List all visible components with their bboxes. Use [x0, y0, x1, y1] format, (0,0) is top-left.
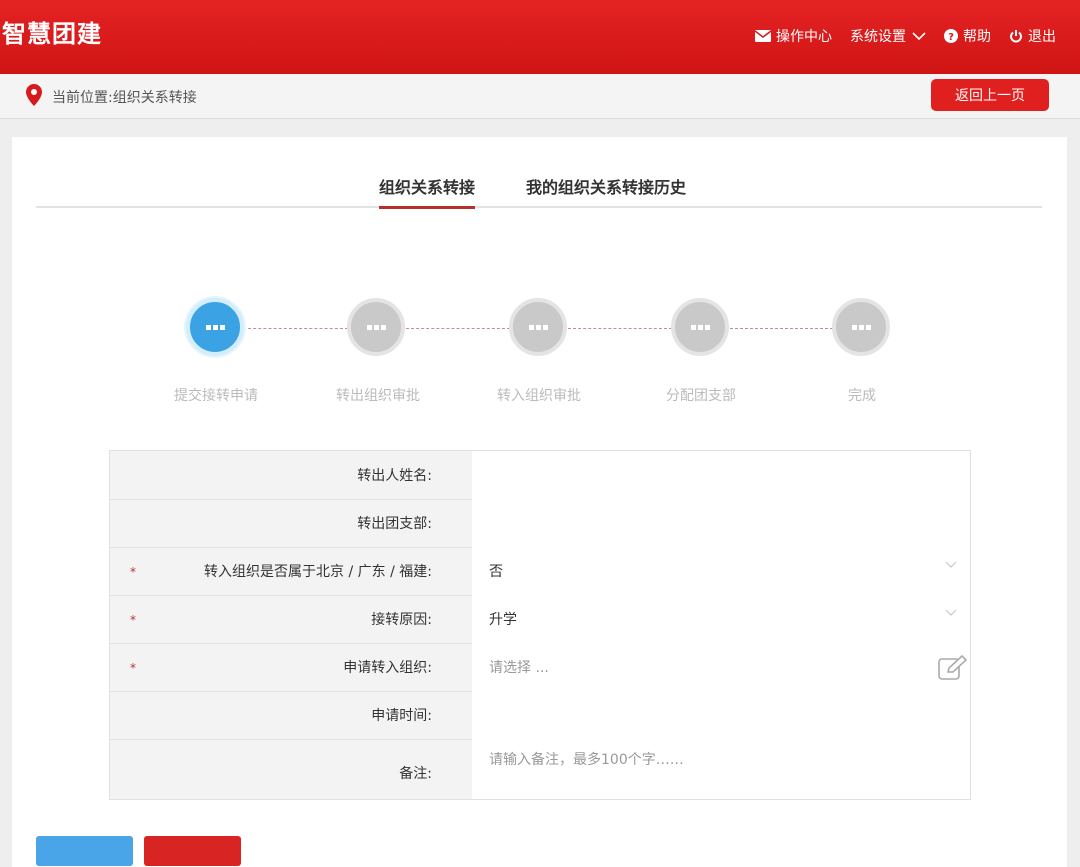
transferor-name-field[interactable]: [472, 451, 970, 499]
step-3-icon: [509, 298, 567, 356]
chevron-down-icon: [945, 609, 957, 616]
region-select[interactable]: 否: [472, 547, 970, 595]
breadcrumb: 当前位置:组织关系转接: [52, 90, 197, 106]
chevron-down-icon: [912, 32, 926, 41]
transfer-reason-select[interactable]: 升学: [472, 595, 970, 643]
breadcrumb-bar: 当前位置:组织关系转接: [0, 74, 1080, 119]
nav-label: 系统设置: [850, 29, 906, 45]
field-placeholder: 请选择 ...: [489, 660, 549, 676]
field-label: 申请时间:: [371, 708, 432, 724]
step-1-label: 提交接转申请: [174, 388, 258, 404]
step-2-icon: [347, 298, 405, 356]
field-placeholder: 请输入备注，最多100个字……: [489, 752, 684, 768]
tab-transfer-history[interactable]: 我的组织关系转接历史: [526, 174, 686, 206]
edit-icon[interactable]: [938, 655, 968, 681]
step-5-label: 完成: [848, 388, 876, 404]
form-row-region: * 转入组织是否属于北京 / 广东 / 福建: 否: [110, 547, 970, 596]
primary-action-button[interactable]: [36, 836, 133, 866]
step-5-icon: [832, 298, 890, 356]
power-icon: [1010, 30, 1022, 43]
field-label: 备注:: [399, 766, 432, 782]
app-logo: 智慧团建: [2, 20, 102, 48]
field-label: 转出团支部:: [357, 516, 432, 532]
nav-operation-center[interactable]: 操作中心: [755, 26, 832, 46]
remark-textarea[interactable]: 请输入备注，最多100个字……: [472, 739, 970, 799]
envelope-icon: [755, 30, 771, 42]
nav-label: 退出: [1028, 29, 1056, 45]
form-row-date: 申请时间:: [110, 691, 970, 740]
chevron-down-icon: [945, 561, 957, 568]
target-org-picker[interactable]: 请选择 ...: [472, 643, 970, 691]
nav-label: 操作中心: [776, 29, 832, 45]
step-connector: [568, 328, 672, 329]
step-connector: [730, 328, 833, 329]
svg-text:?: ?: [948, 32, 954, 43]
form-row-remark: 备注: 请输入备注，最多100个字……: [110, 739, 970, 799]
step-2-label: 转出组织审批: [336, 388, 420, 404]
top-nav: 操作中心 系统设置 ? 帮助 退出: [737, 26, 1056, 46]
select-value: 否: [489, 564, 503, 580]
transfer-form: 转出人姓名: 转出团支部: * 转入组织是否属于北京 / 广东 / 福建: 否 …: [109, 450, 971, 800]
form-row-target-org: * 申请转入组织: 请选择 ...: [110, 643, 970, 692]
top-bar: 智慧团建 操作中心 系统设置 ? 帮助 退出: [0, 0, 1080, 74]
transfer-out-branch-field[interactable]: [472, 499, 970, 547]
form-row-reason: * 接转原因: 升学: [110, 595, 970, 644]
form-row-branch: 转出团支部:: [110, 499, 970, 548]
nav-logout[interactable]: 退出: [1009, 26, 1056, 46]
form-row-name: 转出人姓名:: [110, 451, 970, 500]
field-label: 申请转入组织:: [343, 660, 432, 676]
field-label: 转出人姓名:: [357, 468, 432, 484]
select-value: 升学: [489, 612, 517, 628]
step-3-label: 转入组织审批: [497, 388, 581, 404]
step-connector: [243, 328, 348, 329]
application-date-field[interactable]: [472, 691, 970, 739]
help-icon: ?: [944, 29, 958, 43]
tab-org-transfer[interactable]: 组织关系转接: [379, 174, 476, 209]
nav-label: 帮助: [963, 29, 991, 45]
tab-bar: 组织关系转接 我的组织关系转接历史: [36, 170, 1042, 209]
field-label: 接转原因:: [371, 612, 432, 628]
step-4-label: 分配团支部: [666, 388, 736, 404]
nav-help[interactable]: ? 帮助: [944, 26, 991, 46]
field-label: 转入组织是否属于北京 / 广东 / 福建:: [204, 564, 432, 580]
step-connector: [406, 328, 510, 329]
step-4-icon: [671, 298, 729, 356]
back-button[interactable]: 返回上一页: [931, 79, 1049, 111]
step-1-icon: [186, 298, 244, 356]
secondary-action-button[interactable]: [144, 836, 241, 866]
nav-system-settings[interactable]: 系统设置: [850, 26, 926, 46]
location-pin-icon: [26, 84, 42, 106]
